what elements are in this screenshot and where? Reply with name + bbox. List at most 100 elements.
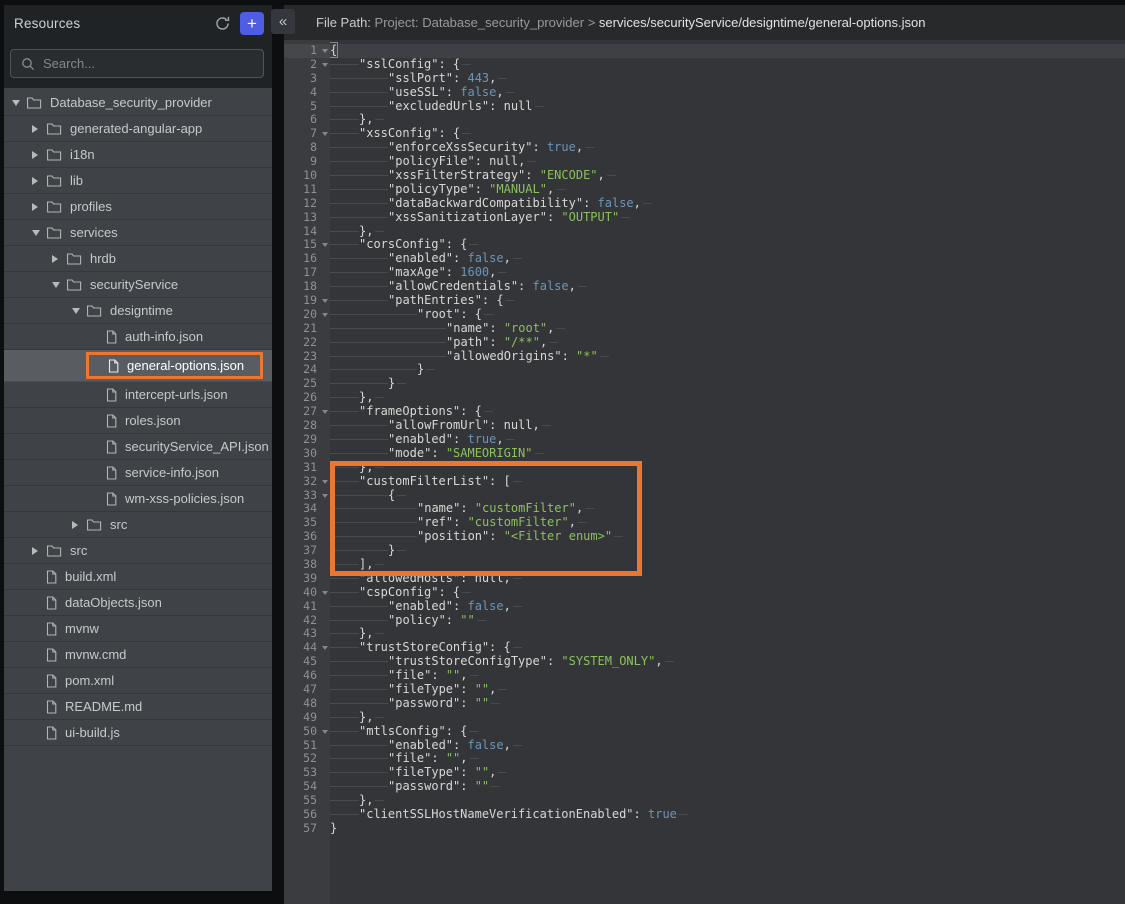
tree-item-intercept-urls-json[interactable]: intercept-urls.json: [4, 382, 272, 408]
fold-arrow-icon[interactable]: [322, 243, 328, 247]
code-token: :: [460, 501, 474, 515]
tree-item-i18n[interactable]: i18n: [4, 142, 272, 168]
tree-item-securityservice-api-json[interactable]: securityService_API.json: [4, 434, 272, 460]
code-token: :: [475, 154, 489, 168]
tree-item-pom-xml[interactable]: pom.xml: [4, 668, 272, 694]
search-input[interactable]: Search...: [10, 49, 264, 78]
code-line: "useSSL": false,: [330, 86, 1125, 100]
tree-item-src[interactable]: src: [4, 538, 272, 564]
invisible-eol-marker: [542, 419, 551, 433]
panel-horizontal-scrollbar[interactable]: [0, 891, 284, 904]
gutter-line-number: 1: [284, 44, 330, 58]
code-token: "enabled": [388, 738, 453, 752]
code-token: :: [431, 751, 445, 765]
chevron-right-icon: [32, 547, 38, 555]
fold-arrow-icon[interactable]: [322, 646, 328, 650]
fold-arrow-icon[interactable]: [322, 730, 328, 734]
tree-item-wm-xss-policies-json[interactable]: wm-xss-policies.json: [4, 486, 272, 512]
code-line: "trustStoreConfigType": "SYSTEM_ONLY",: [330, 655, 1125, 669]
tree-item-lib[interactable]: lib: [4, 168, 272, 194]
tree-item-designtime[interactable]: designtime: [4, 298, 272, 324]
indent-guide: [330, 308, 417, 322]
fold-arrow-icon[interactable]: [322, 494, 328, 498]
tree-item-label: lib: [70, 173, 83, 188]
gutter-line-number: 18: [284, 280, 330, 294]
tree-item-securityservice[interactable]: securityService: [4, 272, 272, 298]
invisible-eol-marker: [513, 600, 522, 614]
code-token: "SAMEORIGIN": [446, 446, 533, 460]
invisible-eol-marker: [513, 252, 522, 266]
fold-arrow-icon[interactable]: [322, 63, 328, 67]
tree-item-mvnw[interactable]: mvnw: [4, 616, 272, 642]
tree-item-build-xml[interactable]: build.xml: [4, 564, 272, 590]
tree-item-dataobjects-json[interactable]: dataObjects.json: [4, 590, 272, 616]
code-token: "root": [504, 321, 547, 335]
tree-item-service-info-json[interactable]: service-info.json: [4, 460, 272, 486]
tree-expand-toggle[interactable]: [32, 230, 46, 236]
tree-item-auth-info-json[interactable]: auth-info.json: [4, 324, 272, 350]
refresh-button[interactable]: [211, 12, 233, 34]
tree-item-label: services: [70, 225, 118, 240]
code-token: "policyType": [388, 182, 475, 196]
fold-arrow-icon[interactable]: [322, 49, 328, 53]
tree-expand-toggle[interactable]: [32, 547, 46, 555]
gutter-line-number: 30: [284, 447, 330, 461]
invisible-eol-marker: [397, 377, 406, 391]
indent-guide: [330, 211, 388, 225]
invisible-eol-marker: [484, 308, 493, 322]
invisible-eol-marker: [470, 752, 479, 766]
tree-expand-toggle[interactable]: [52, 282, 66, 288]
tree-item-label: auth-info.json: [125, 329, 203, 344]
code-line: "dataBackwardCompatibility": false,: [330, 197, 1125, 211]
invisible-eol-marker: [375, 391, 384, 405]
tree-item-mvnw-cmd[interactable]: mvnw.cmd: [4, 642, 272, 668]
fold-arrow-icon[interactable]: [322, 299, 328, 303]
code-token: : [: [489, 474, 511, 488]
code-token: "trustStoreConfigType": [388, 654, 547, 668]
code-token: "file": [388, 751, 431, 765]
code-token: "enforceXssSecurity": [388, 140, 533, 154]
tree-expand-toggle[interactable]: [52, 255, 66, 263]
fold-arrow-icon[interactable]: [322, 591, 328, 595]
gutter-line-number: 3: [284, 72, 330, 86]
panel-header-actions: +: [211, 12, 264, 35]
tree-expand-toggle[interactable]: [72, 521, 86, 529]
tree-item-ui-build-js[interactable]: ui-build.js: [4, 720, 272, 746]
tree-expand-toggle[interactable]: [32, 151, 46, 159]
fold-arrow-icon[interactable]: [322, 480, 328, 484]
tree-item-readme-md[interactable]: README.md: [4, 694, 272, 720]
indent-guide: [330, 155, 388, 169]
gutter-line-number: 13: [284, 211, 330, 225]
tree-expand-toggle[interactable]: [12, 100, 26, 106]
invisible-eol-marker: [578, 516, 587, 530]
invisible-eol-marker: [578, 280, 587, 294]
tree-item-hrdb[interactable]: hrdb: [4, 246, 272, 272]
tree-item-services[interactable]: services: [4, 220, 272, 246]
chevron-right-icon: [32, 177, 38, 185]
fold-arrow-icon[interactable]: [322, 132, 328, 136]
tree-item-roles-json[interactable]: roles.json: [4, 408, 272, 434]
code-line: "cspConfig": {: [330, 586, 1125, 600]
code-editor[interactable]: 1234567891011121314151617181920212223242…: [284, 40, 1125, 904]
tree-item-general-options-json[interactable]: general-options.json: [4, 350, 272, 382]
code-line: "excludedUrls": null: [330, 100, 1125, 114]
collapse-panel-button[interactable]: «: [271, 9, 295, 34]
fold-arrow-icon[interactable]: [322, 410, 328, 414]
tree-item-content: Database_security_provider: [12, 95, 212, 110]
tree-expand-toggle[interactable]: [32, 203, 46, 211]
file-path-file: services/securityService/designtime/gene…: [599, 15, 926, 30]
tree-item-database-security-provider[interactable]: Database_security_provider: [4, 90, 272, 116]
indent-guide: [330, 197, 388, 211]
gutter-line-number: 31: [284, 461, 330, 475]
code-token: "policyFile": [388, 154, 475, 168]
add-resource-button[interactable]: +: [240, 12, 264, 35]
fold-arrow-icon[interactable]: [322, 313, 328, 317]
tree-expand-toggle[interactable]: [72, 308, 86, 314]
panel-vertical-scrollbar[interactable]: [272, 0, 284, 904]
tree-item-src[interactable]: src: [4, 512, 272, 538]
tree-expand-toggle[interactable]: [32, 177, 46, 185]
tree-item-label: securityService_API.json: [125, 439, 269, 454]
tree-item-profiles[interactable]: profiles: [4, 194, 272, 220]
tree-expand-toggle[interactable]: [32, 125, 46, 133]
tree-item-generated-angular-app[interactable]: generated-angular-app: [4, 116, 272, 142]
